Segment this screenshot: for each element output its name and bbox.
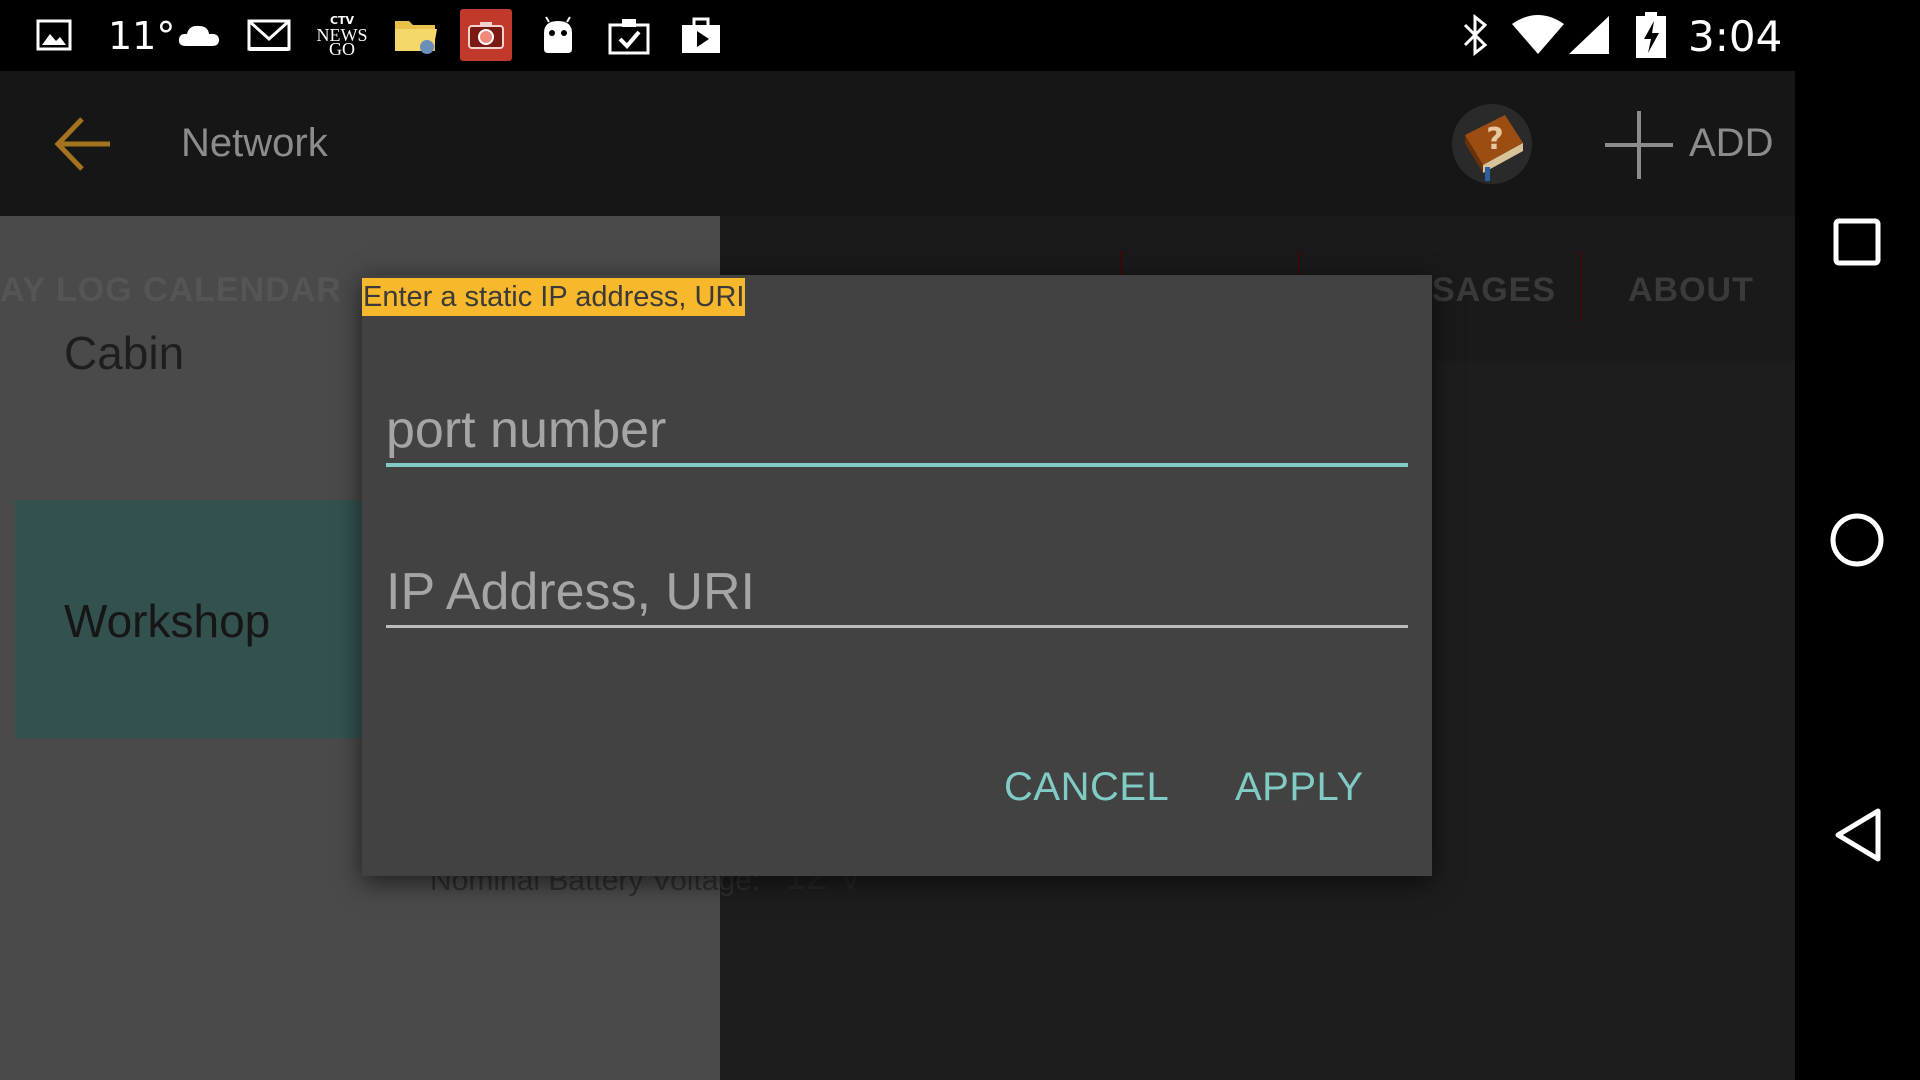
signal-icon <box>1566 12 1612 58</box>
ctv-news-go-icon: CTV NEWS GO <box>316 14 368 59</box>
page-title: Network <box>181 121 328 165</box>
port-number-input[interactable] <box>386 397 1408 463</box>
ip-address-field[interactable] <box>386 558 1408 628</box>
help-book-icon[interactable]: ? <box>1449 101 1535 187</box>
cloud-icon <box>173 12 225 58</box>
battery-charging-icon <box>1629 12 1673 58</box>
wifi-icon <box>1510 12 1566 58</box>
static-ip-dialog: Enter a static IP address, URI CANCEL AP… <box>362 275 1432 876</box>
android-icon <box>535 12 581 58</box>
status-bar: 11° CTV NEWS GO 3:04 <box>0 0 1920 71</box>
camera-app-icon <box>460 9 512 61</box>
list-item-cabin[interactable]: Cabin <box>64 326 184 380</box>
home-circle-icon[interactable] <box>1829 512 1885 568</box>
recents-square-icon[interactable] <box>1832 217 1882 267</box>
bluetooth-icon <box>1452 12 1498 58</box>
app-bar: Network ? ADD <box>0 71 1795 216</box>
add-button[interactable]: ADD <box>1689 121 1773 166</box>
apply-button[interactable]: APPLY <box>1235 765 1364 810</box>
file-manager-icon <box>392 12 440 58</box>
list-item-workshop-label: Workshop <box>64 595 271 647</box>
gmail-icon <box>246 12 292 58</box>
dialog-title: Enter a static IP address, URI <box>362 278 746 316</box>
tab-messages[interactable]: SAGES <box>1432 271 1556 310</box>
tab-divider <box>1580 251 1582 321</box>
cancel-button[interactable]: CANCEL <box>1004 765 1169 810</box>
back-arrow-icon[interactable] <box>52 113 114 175</box>
port-number-field[interactable] <box>386 397 1408 467</box>
clock-time: 3:04 <box>1688 12 1783 61</box>
temperature-text: 11° <box>108 14 176 58</box>
tab-about[interactable]: ABOUT <box>1628 271 1754 310</box>
back-triangle-icon[interactable] <box>1832 807 1884 863</box>
plus-icon[interactable] <box>1603 109 1675 181</box>
clipboard-check-icon <box>606 12 652 58</box>
tab-day-log-calendar[interactable]: AY LOG CALENDAR <box>0 271 342 310</box>
ip-address-input[interactable] <box>386 558 1408 625</box>
image-icon <box>31 12 77 58</box>
navigation-bar <box>1795 71 1920 1080</box>
svg-text:?: ? <box>1486 122 1503 157</box>
play-store-icon <box>678 12 724 58</box>
